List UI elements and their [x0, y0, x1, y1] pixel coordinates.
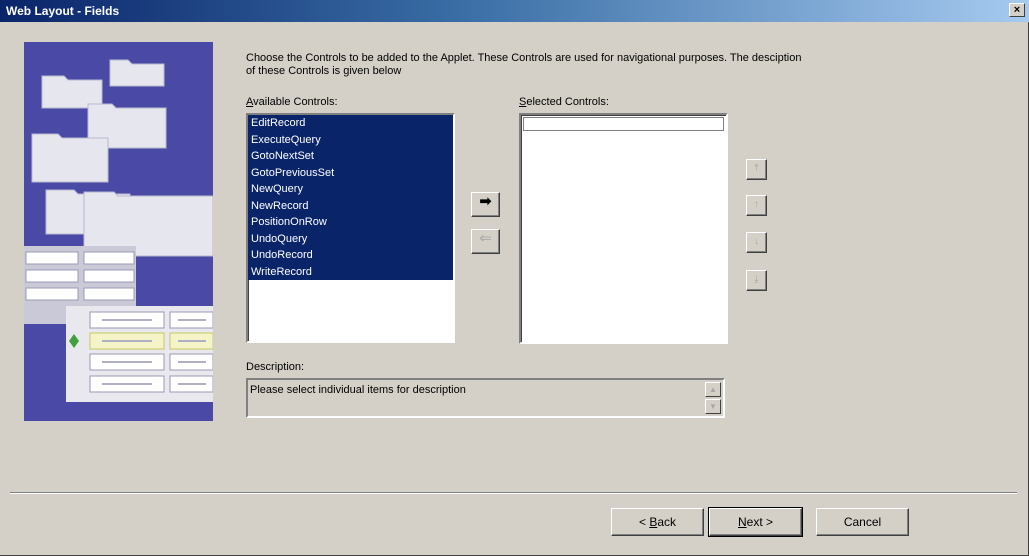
add-control-button[interactable]: ➡: [471, 192, 500, 217]
intro-text: Choose the Controls to be added to the A…: [246, 52, 802, 77]
selected-controls-list[interactable]: [519, 113, 728, 344]
move-to-bottom-button[interactable]: ⤓: [746, 270, 767, 291]
folders-illustration-icon: [24, 42, 213, 421]
move-down-button[interactable]: ↓: [746, 232, 767, 253]
footer-separator: [10, 492, 1017, 494]
back-rest: ack: [657, 515, 677, 529]
close-icon: ×: [1013, 4, 1021, 16]
move-up-icon: ↑: [754, 199, 759, 210]
arrow-left-icon: ⇐: [479, 230, 492, 247]
list-item[interactable]: GotoNextSet: [248, 148, 453, 165]
description-box: Please select individual items for descr…: [246, 378, 725, 418]
description-label: Description:: [246, 361, 305, 373]
move-down-icon: ↓: [754, 236, 759, 247]
cancel-button[interactable]: Cancel: [816, 508, 909, 536]
move-to-top-button[interactable]: ⤒: [746, 159, 767, 180]
wizard-illustration: [24, 42, 213, 421]
description-text: Please select individual items for descr…: [250, 384, 466, 396]
list-item[interactable]: WriteRecord: [248, 263, 453, 280]
arrow-right-icon: ➡: [479, 193, 492, 210]
list-item[interactable]: GotoPreviousSet: [248, 164, 453, 181]
wizard-window: Web Layout - Fields × Choose the Control…: [0, 0, 1029, 556]
move-up-button[interactable]: ↑: [746, 195, 767, 216]
window-title: Web Layout - Fields: [6, 4, 120, 18]
selected-list-focus-row[interactable]: [523, 117, 724, 131]
list-item[interactable]: NewRecord: [248, 197, 453, 214]
scroll-up-button[interactable]: ▲: [705, 382, 721, 397]
description-scrollbar[interactable]: ▲ ▼: [705, 382, 721, 414]
back-prefix: <: [638, 515, 650, 529]
scroll-down-button[interactable]: ▼: [705, 399, 721, 414]
move-top-icon: ⤒: [754, 163, 759, 174]
list-item[interactable]: EditRecord: [248, 115, 453, 132]
next-rest: ext >: [746, 515, 774, 529]
available-label-text: vailable Controls:: [253, 96, 338, 108]
remove-control-button[interactable]: ⇐: [471, 229, 500, 254]
available-controls-label: Available Controls:: [246, 96, 338, 108]
title-bar[interactable]: Web Layout - Fields ×: [0, 0, 1029, 22]
back-button[interactable]: < Back: [611, 508, 704, 536]
list-item[interactable]: NewQuery: [248, 181, 453, 198]
move-bottom-icon: ⤓: [754, 274, 759, 285]
list-item[interactable]: ExecuteQuery: [248, 131, 453, 148]
selected-controls-label: Selected Controls:: [519, 96, 609, 108]
list-item[interactable]: UndoQuery: [248, 230, 453, 247]
list-item[interactable]: UndoRecord: [248, 247, 453, 264]
next-accel: N: [737, 515, 747, 529]
available-controls-list[interactable]: EditRecord ExecuteQuery GotoNextSet Goto…: [246, 113, 455, 343]
list-item[interactable]: PositionOnRow: [248, 214, 453, 231]
scroll-down-icon: ▼: [709, 402, 717, 411]
scroll-up-icon: ▲: [709, 385, 717, 394]
selected-label-text: elected Controls:: [526, 96, 609, 108]
next-button[interactable]: Next >: [708, 507, 803, 537]
close-button[interactable]: ×: [1009, 3, 1025, 17]
